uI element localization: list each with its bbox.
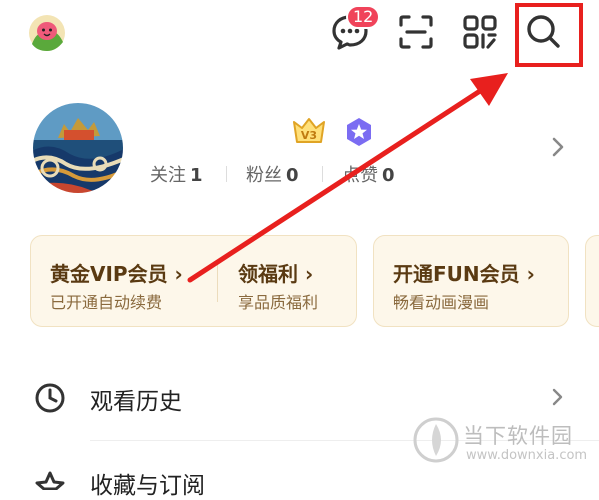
favorites-icon bbox=[34, 470, 66, 491]
watch-history-item[interactable]: 观看历史 bbox=[90, 382, 182, 416]
stat-fans-label: 粉丝 bbox=[246, 165, 282, 186]
level-v3-icon: V3 bbox=[292, 116, 326, 146]
scan-icon[interactable] bbox=[396, 12, 436, 52]
fun-vip-title[interactable]: 开通FUN会员 › bbox=[393, 258, 535, 287]
welfare-title[interactable]: 领福利 › bbox=[238, 258, 313, 287]
svg-text:V3: V3 bbox=[301, 129, 317, 142]
next-card-peek[interactable] bbox=[585, 235, 599, 327]
stat-following[interactable]: 关注 1 bbox=[150, 161, 203, 187]
chevron-right-icon[interactable] bbox=[549, 386, 565, 408]
stat-following-value: 1 bbox=[190, 165, 203, 186]
stat-fans-value: 0 bbox=[286, 165, 299, 186]
stat-likes-label: 点赞 bbox=[342, 165, 378, 186]
card-divider bbox=[217, 262, 218, 302]
watermark-logo bbox=[413, 417, 459, 463]
stat-divider bbox=[226, 166, 227, 182]
app-avatar[interactable] bbox=[28, 14, 66, 52]
clock-icon bbox=[34, 382, 66, 414]
chevron-right-icon[interactable] bbox=[549, 135, 567, 159]
gold-vip-title[interactable]: 黄金VIP会员 › bbox=[50, 258, 183, 287]
search-highlight-box bbox=[515, 3, 583, 67]
purple-star-icon bbox=[344, 117, 374, 147]
gold-vip-subtitle: 已开通自动续费 bbox=[50, 293, 163, 312]
watermark-name: 当下软件园 bbox=[463, 424, 573, 448]
message-count-badge: 12 bbox=[346, 5, 381, 29]
stat-likes-value: 0 bbox=[382, 165, 395, 186]
stat-fans[interactable]: 粉丝 0 bbox=[246, 161, 299, 187]
watermark-url: www.downxia.com bbox=[466, 448, 588, 463]
stat-following-label: 关注 bbox=[150, 165, 186, 186]
fun-vip-subtitle: 畅看动画漫画 bbox=[393, 293, 490, 312]
profile-avatar[interactable] bbox=[30, 100, 126, 196]
stat-divider bbox=[322, 166, 323, 182]
stat-likes[interactable]: 点赞 0 bbox=[342, 161, 395, 187]
favorites-item[interactable]: 收藏与订阅 bbox=[90, 466, 205, 500]
qr-code-icon[interactable] bbox=[460, 12, 500, 52]
welfare-subtitle: 享品质福利 bbox=[238, 293, 319, 312]
